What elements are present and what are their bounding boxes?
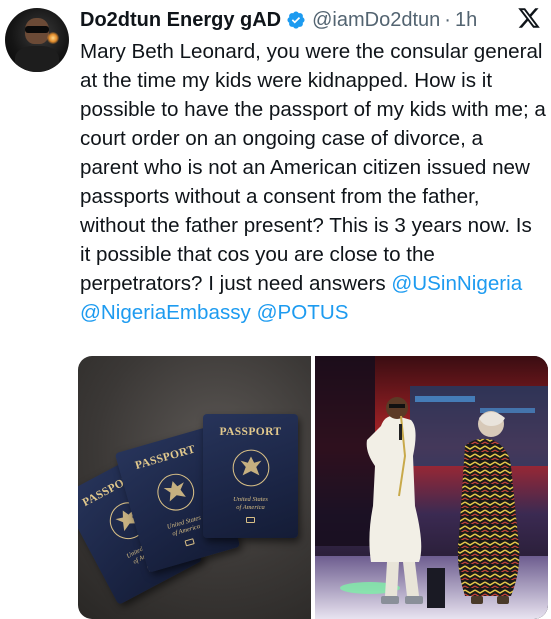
passport-country: United Statesof America [166,514,204,539]
avatar[interactable] [5,8,69,72]
passport-country: United Statesof America [233,496,268,512]
timestamp[interactable]: 1h [455,9,477,32]
stage-scene [315,356,548,619]
passport-title: PASSPORT [219,426,282,438]
passport-country-line1: United States [233,496,268,503]
media-photo-stage[interactable] [315,356,548,619]
avatar-light-flare [47,32,59,44]
tweet-text-body: Mary Beth Leonard, you were the consular… [80,40,546,295]
header-separator: · [444,8,451,31]
verified-badge-icon[interactable] [286,10,306,30]
avatar-figure-body [15,46,59,72]
passport-country-line2: of America [236,504,265,511]
tweet[interactable]: Do2dtun Energy gAD @iamDo2dtun · 1h Mary… [0,0,551,619]
mention-link[interactable]: @POTUS [257,301,349,324]
tweet-text: Mary Beth Leonard, you were the consular… [80,37,546,327]
eagle-seal-icon [156,473,194,511]
media-photo-passports[interactable]: PASSPORT United Statesof America PASSPOR… [78,356,311,619]
mention-link[interactable]: @USinNigeria [391,272,522,295]
x-logo-icon[interactable] [517,6,541,30]
avatar-figure-glasses [25,26,49,33]
mention-link[interactable]: @NigeriaEmbassy [80,301,251,324]
tweet-media: PASSPORT United Statesof America PASSPOR… [78,356,548,619]
display-name[interactable]: Do2dtun Energy gAD [80,9,281,32]
passport-booklet: PASSPORT United Statesof America [203,414,298,538]
biometric-chip-icon [246,517,255,523]
tweet-header: Do2dtun Energy gAD @iamDo2dtun · 1h [80,6,477,34]
biometric-chip-icon [184,538,195,547]
handle[interactable]: @iamDo2dtun [312,9,440,32]
eagle-seal-icon [232,449,269,487]
